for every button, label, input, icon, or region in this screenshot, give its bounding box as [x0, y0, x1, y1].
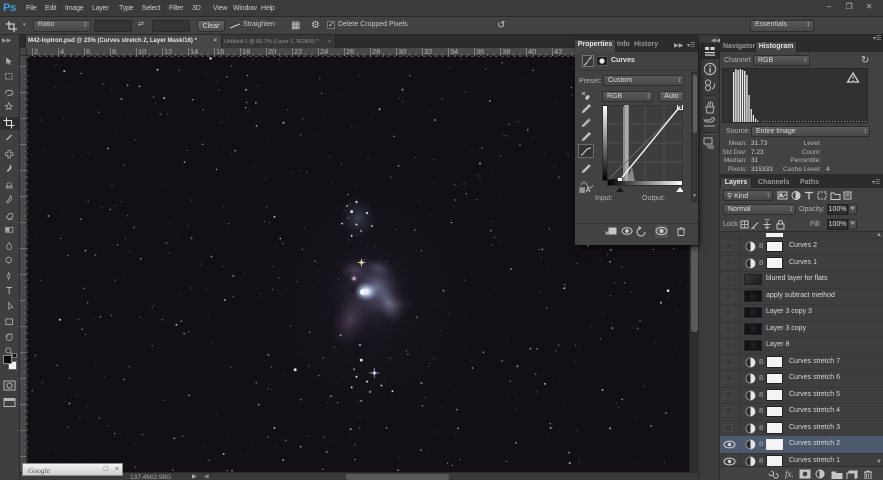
svg-text:22: 22	[294, 48, 302, 56]
svg-text:6: 6	[86, 48, 90, 56]
svg-text:40: 40	[528, 48, 536, 56]
svg-text:28: 28	[372, 48, 380, 56]
svg-text:34: 34	[450, 48, 458, 56]
svg-text:8: 8	[112, 48, 116, 56]
svg-text:42: 42	[554, 48, 562, 56]
svg-text:12: 12	[164, 48, 172, 56]
svg-text:38: 38	[502, 48, 510, 56]
svg-text:10: 10	[138, 48, 146, 56]
svg-text:24: 24	[320, 48, 328, 56]
svg-text:16: 16	[216, 48, 224, 56]
svg-text:4: 4	[60, 48, 64, 56]
svg-text:fx.: fx.	[785, 469, 794, 479]
svg-text:2: 2	[34, 48, 38, 56]
svg-text:36: 36	[476, 48, 484, 56]
svg-text:14: 14	[190, 48, 198, 56]
svg-text:20: 20	[268, 48, 276, 56]
svg-text:26: 26	[346, 48, 354, 56]
svg-text:32: 32	[424, 48, 432, 56]
svg-text:30: 30	[398, 48, 406, 56]
svg-text:18: 18	[242, 48, 250, 56]
